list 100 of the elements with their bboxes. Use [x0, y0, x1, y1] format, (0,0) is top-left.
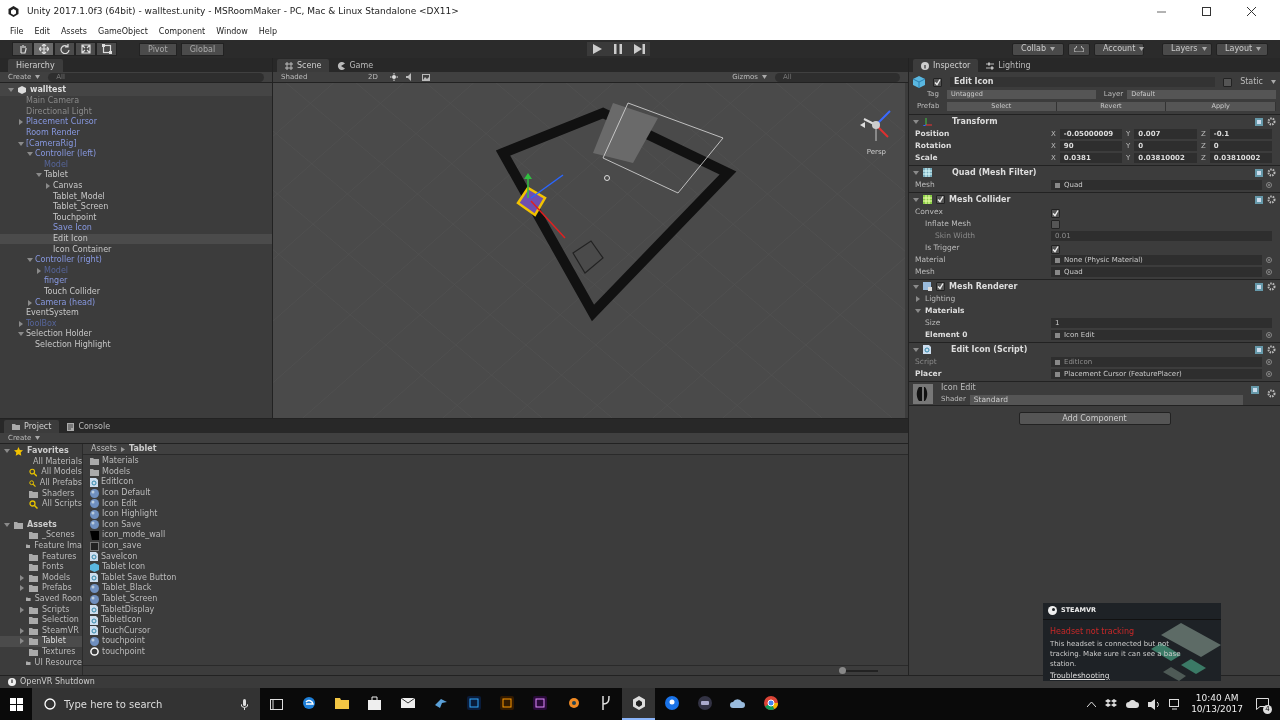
clock-time[interactable]: 10:40 AM	[1195, 693, 1239, 704]
photoshop-app-icon[interactable]	[466, 696, 481, 710]
settings-icon[interactable]	[1267, 168, 1276, 177]
component-checkbox[interactable]	[936, 195, 945, 204]
task-view-icon[interactable]	[269, 698, 283, 710]
expanded-arrow-icon[interactable]	[913, 196, 919, 203]
chrome-icon[interactable]	[763, 696, 778, 710]
panel-tab[interactable]: Inspector	[913, 59, 979, 72]
folder-item[interactable]: Textures	[0, 646, 82, 658]
folder-item[interactable]: Saved Roon	[0, 593, 82, 605]
collapsed-arrow-icon[interactable]	[915, 296, 921, 302]
breadcrumb-item[interactable]: Assets	[91, 443, 118, 455]
expanded-arrow-icon[interactable]	[36, 172, 42, 179]
windows-start-icon[interactable]	[9, 697, 23, 711]
asset-item[interactable]: icon_mode_wall	[90, 530, 908, 541]
asset-item[interactable]: Models	[90, 466, 908, 478]
hierarchy-item[interactable]: Selection Highlight	[0, 339, 272, 351]
hierarchy-item[interactable]: Touch Collider	[0, 286, 272, 298]
layers-dropdown[interactable]: Layers	[1162, 42, 1212, 56]
section-label[interactable]: Assets	[27, 518, 57, 531]
taskbar-search-field[interactable]: Type here to search	[32, 688, 260, 720]
tool-button[interactable]	[96, 42, 117, 56]
account-dropdown[interactable]: Account	[1094, 42, 1144, 56]
clock-date[interactable]: 10/13/2017	[1191, 704, 1243, 715]
favorite-item[interactable]: All Materials	[0, 456, 82, 468]
help-book-icon[interactable]	[1255, 168, 1263, 177]
unity-logo-icon[interactable]	[631, 696, 646, 710]
asset-item[interactable]: TabletDisplay	[90, 604, 908, 615]
menu-item[interactable]: Edit	[34, 25, 50, 38]
checkbox[interactable]	[1051, 245, 1060, 254]
hierarchy-item[interactable]: EventSystem	[0, 307, 272, 319]
hierarchy-item[interactable]: Controller (left)	[0, 148, 272, 160]
favorite-item[interactable]: Shaders	[0, 488, 82, 499]
folder-item[interactable]: Scripts	[0, 604, 82, 615]
folder-item[interactable]: Tablet	[0, 636, 82, 647]
component-title[interactable]: Mesh Renderer	[949, 280, 1251, 293]
collapsed-arrow-icon[interactable]	[36, 267, 42, 274]
active-checkbox[interactable]	[933, 77, 942, 87]
branch-icon[interactable]	[599, 696, 612, 710]
panel-tab[interactable]: Project	[4, 420, 60, 433]
hierarchy-item[interactable]: Tablet	[0, 170, 272, 181]
illustrator-app-icon[interactable]	[499, 696, 514, 710]
expanded-arrow-icon[interactable]	[913, 118, 919, 125]
close-icon[interactable]	[1247, 7, 1256, 16]
maximize-icon[interactable]	[1202, 7, 1211, 16]
folder-item[interactable]: Prefabs	[0, 583, 82, 594]
asset-item[interactable]: icon_save	[90, 540, 908, 552]
pivot-button[interactable]: Pivot	[139, 42, 177, 56]
hierarchy-item[interactable]: Edit Icon	[0, 233, 272, 245]
folder-item[interactable]: UI Resource	[0, 657, 82, 668]
help-book-icon[interactable]	[1255, 282, 1263, 291]
menu-item[interactable]: File	[10, 25, 24, 38]
collapsed-arrow-icon[interactable]	[19, 606, 25, 613]
panel-tab[interactable]: Hierarchy	[8, 59, 63, 72]
asset-item[interactable]: Icon Highlight	[90, 508, 908, 520]
expanded-arrow-icon[interactable]	[913, 169, 919, 176]
bird-icon[interactable]	[433, 696, 448, 710]
asset-item[interactable]: touchpoint	[90, 636, 908, 647]
collapsed-arrow-icon[interactable]	[27, 299, 33, 306]
sun-icon[interactable]	[389, 73, 398, 81]
expanded-arrow-icon[interactable]	[18, 331, 24, 338]
collapsed-arrow-icon[interactable]	[45, 183, 51, 190]
collapsed-arrow-icon[interactable]	[18, 320, 24, 327]
folder-item[interactable]: Models	[0, 572, 82, 584]
hierarchy-item[interactable]: [CameraRig]	[0, 138, 272, 149]
hierarchy-item[interactable]: Save Icon	[0, 223, 272, 234]
add-component-button[interactable]: Add Component	[1018, 412, 1171, 425]
settings-icon[interactable]	[1267, 389, 1276, 398]
menu-item[interactable]: Component	[158, 25, 206, 38]
asset-item[interactable]: TabletIcon	[90, 614, 908, 626]
collapsed-arrow-icon[interactable]	[18, 119, 24, 126]
settings-icon[interactable]	[1267, 195, 1276, 204]
favorite-item[interactable]: All Scripts	[0, 498, 82, 510]
target-icon[interactable]	[1266, 332, 1272, 338]
expanded-arrow-icon[interactable]	[4, 448, 10, 455]
component-title[interactable]: Mesh Collider	[949, 193, 1251, 206]
panel-tab[interactable]: Scene	[277, 59, 330, 72]
hierarchy-item[interactable]: Placement Cursor	[0, 117, 272, 128]
target-icon[interactable]	[1266, 182, 1272, 188]
asset-item[interactable]: Tablet_Black	[90, 583, 908, 594]
playback-button[interactable]	[628, 42, 650, 56]
envelope-icon[interactable]	[400, 698, 415, 708]
expanded-arrow-icon[interactable]	[915, 308, 921, 314]
settings-icon[interactable]	[1267, 117, 1276, 126]
expanded-arrow-icon[interactable]	[8, 86, 14, 93]
taskbar-app[interactable]	[622, 688, 655, 720]
hierarchy-item[interactable]: Main Camera	[0, 96, 272, 107]
menu-item[interactable]: Window	[216, 25, 248, 38]
folder-item[interactable]: _Scenes	[0, 530, 82, 541]
dropbox-icon[interactable]	[1105, 698, 1118, 710]
tool-button[interactable]	[54, 42, 75, 56]
asset-item[interactable]: Icon Save	[90, 519, 908, 531]
folder-item[interactable]: Feature Ima	[0, 540, 82, 552]
menu-item[interactable]: GameObject	[97, 25, 148, 38]
chevron-up-icon[interactable]	[1087, 701, 1097, 707]
menu-item[interactable]: Assets	[60, 25, 87, 38]
cloud-icon[interactable]	[730, 697, 745, 709]
folder-item[interactable]: Selection	[0, 614, 82, 626]
static-checkbox[interactable]	[1223, 77, 1233, 87]
playback-button[interactable]	[586, 42, 608, 56]
